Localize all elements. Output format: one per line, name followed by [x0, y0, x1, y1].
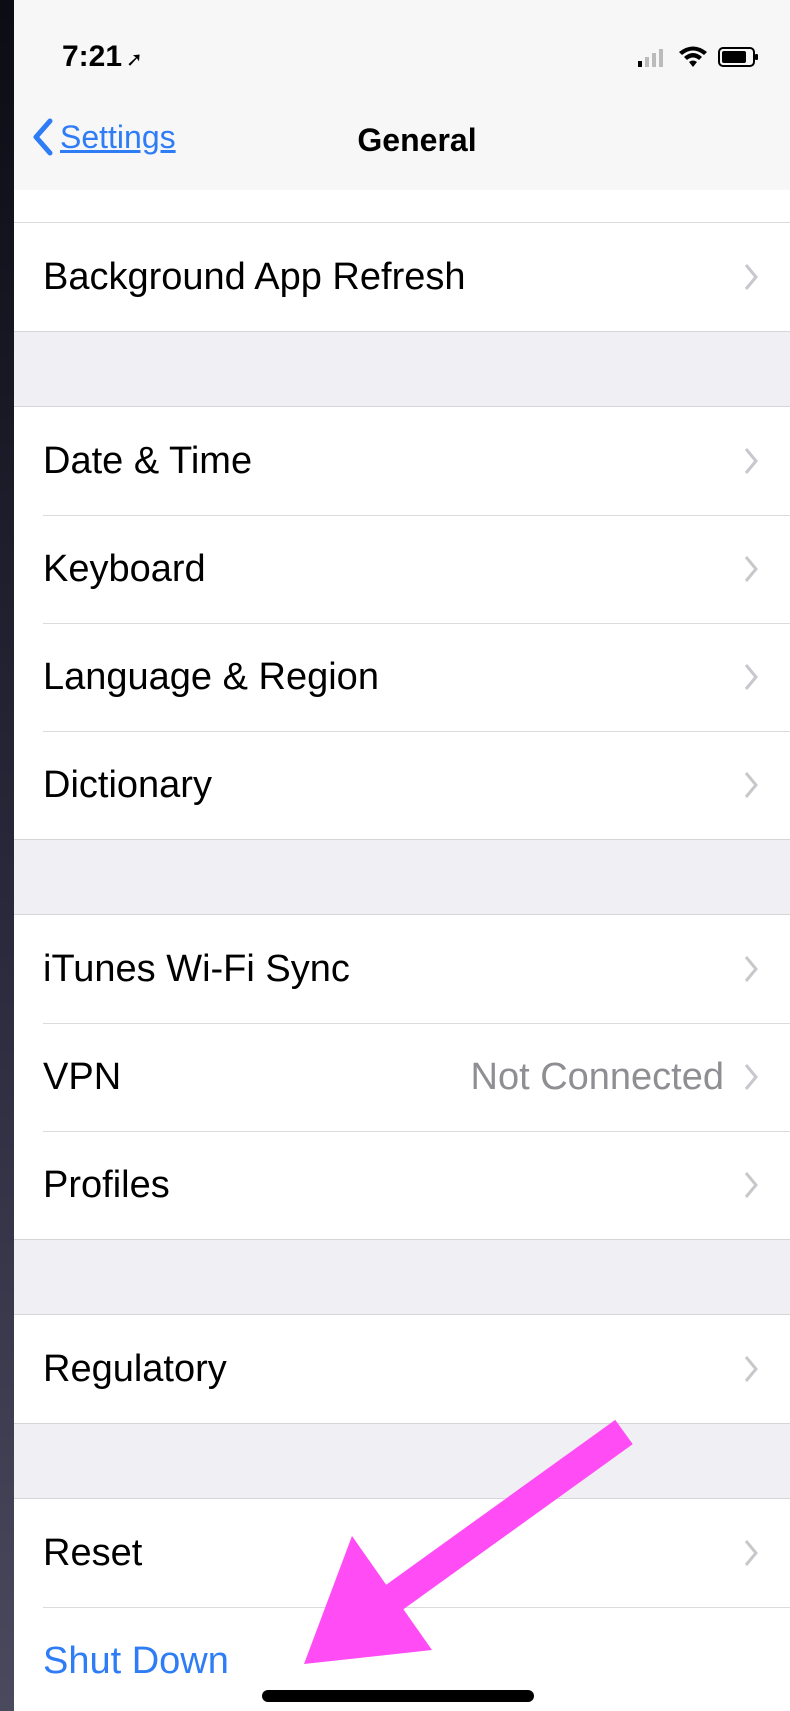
annotation-arrow	[304, 1419, 633, 1664]
settings-screen: 7:21 ➚ Settings General Background App R…	[14, 0, 790, 1711]
device-bezel-edge	[0, 0, 14, 1711]
home-indicator[interactable]	[262, 1690, 534, 1702]
